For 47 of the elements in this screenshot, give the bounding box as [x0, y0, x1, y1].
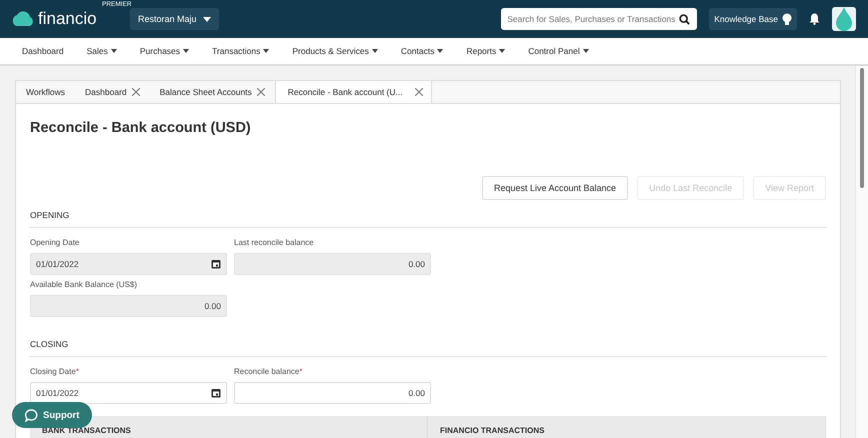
field-label: Reconcile balance* [234, 366, 304, 378]
knowledge-base-button[interactable]: Knowledge Base [709, 8, 797, 30]
mascot-icon [834, 7, 854, 31]
panel-title: FINANCIO TRANSACTIONS [440, 426, 544, 435]
tab[interactable]: Balance Sheet Accounts [150, 81, 275, 103]
section-heading: OPENING [30, 210, 826, 228]
menu-item[interactable]: Sales [86, 46, 117, 56]
caret-icon [183, 49, 190, 53]
lightbulb-icon [782, 12, 792, 26]
search-field[interactable]: Search for Sales, Purchases or Transactions [501, 8, 698, 30]
field-label: Opening Date [30, 237, 80, 249]
tab[interactable]: Reconcile - Bank account (U... [274, 81, 432, 103]
date-field[interactable]: 01/01/2022 [30, 382, 227, 404]
section-heading: CLOSING [30, 339, 826, 357]
caret-icon [582, 49, 589, 53]
cloud-logo-icon [10, 11, 36, 27]
caret-icon [499, 49, 506, 53]
menu-item[interactable]: Dashboard [22, 46, 64, 56]
chat-bubble-icon [25, 408, 38, 422]
support-button[interactable]: Support [12, 402, 92, 428]
field-label: Closing Date* [30, 366, 80, 378]
bell-icon[interactable] [809, 13, 820, 25]
calendar-icon[interactable] [211, 388, 221, 398]
caret-icon [437, 49, 444, 53]
search-icon [679, 14, 690, 25]
field-label: Last reconcile balance [234, 237, 315, 249]
amount-field[interactable]: 0.00 [234, 382, 431, 404]
menu-item[interactable]: Purchases [140, 46, 190, 56]
menu-item[interactable]: Products & Services [292, 46, 378, 56]
close-icon[interactable] [256, 88, 265, 96]
menu-item[interactable]: Transactions [212, 46, 270, 56]
close-icon[interactable] [414, 88, 423, 96]
menu-item[interactable]: Contacts [400, 46, 444, 56]
caret-icon [372, 49, 378, 53]
logo-text: financio [38, 9, 97, 29]
menu-item[interactable]: Reports [466, 46, 506, 56]
field-label: Available Bank Balance (US$) [30, 279, 138, 291]
close-icon[interactable] [132, 88, 140, 96]
tab[interactable]: Dashboard [75, 81, 150, 103]
tab[interactable]: Workflows [16, 81, 76, 103]
caret-icon [202, 16, 211, 22]
menu-item[interactable]: Control Panel [528, 46, 589, 56]
caret-icon [263, 49, 270, 53]
action-button[interactable]: Request Live Account Balance [482, 176, 628, 200]
caret-icon [110, 49, 117, 53]
page-title: Reconcile - Bank account (USD) [30, 120, 252, 136]
company-dropdown[interactable]: Restoran Maju [130, 8, 219, 30]
